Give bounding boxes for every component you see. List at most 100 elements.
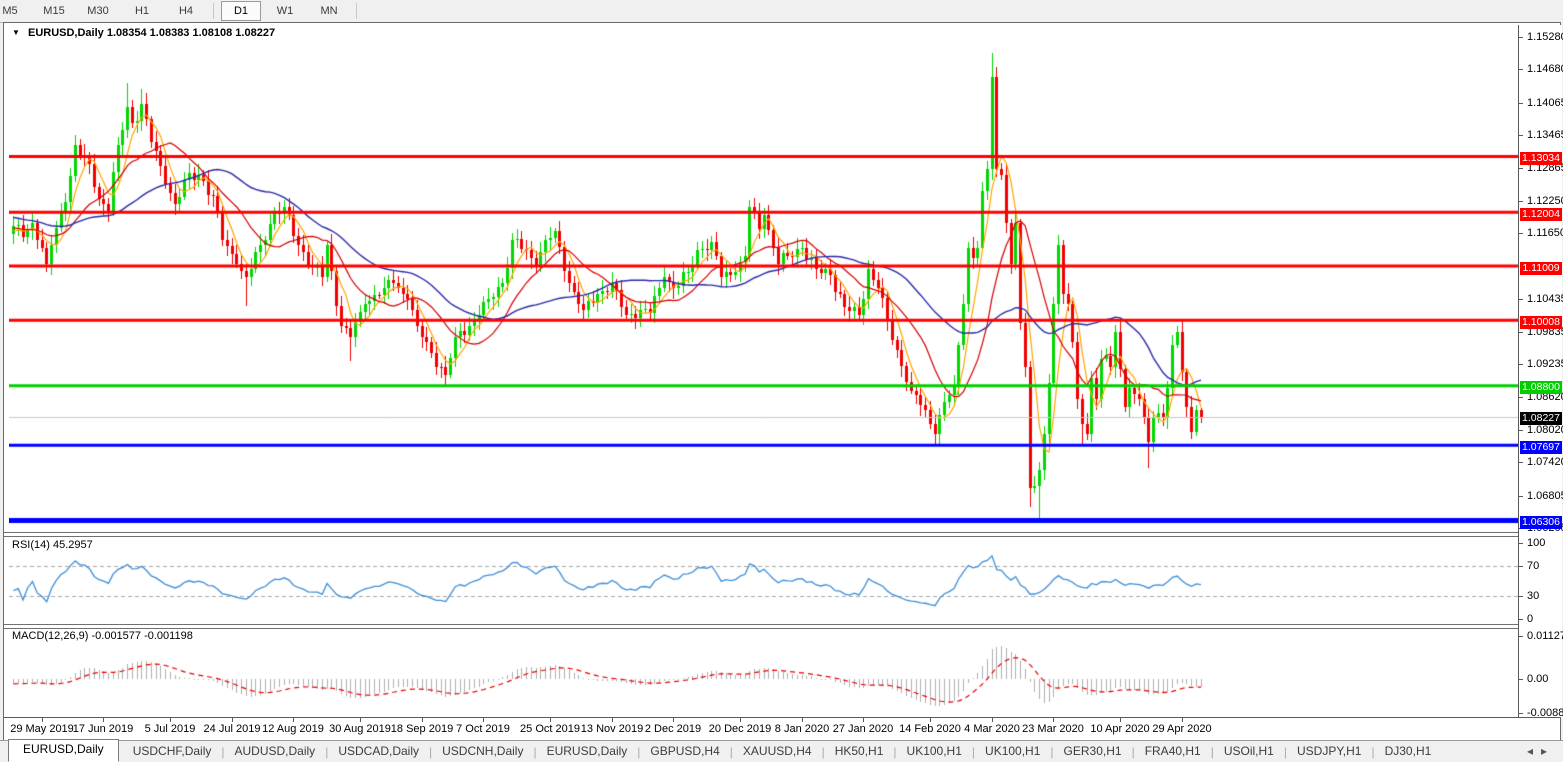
date-label: 20 Dec 2019 (708, 723, 772, 735)
bottom-tab-xauusd-h4-7[interactable]: XAUUSD,H4 (733, 742, 822, 762)
rsi-indicator-value: 45.2957 (52, 539, 93, 551)
chart-dropdown-icon[interactable]: ▼ (12, 28, 20, 37)
timeframe-button-m5[interactable]: M5 (0, 1, 30, 21)
price-axis-tick (1519, 69, 1523, 70)
timeframe-button-d1[interactable]: D1 (221, 1, 261, 21)
date-axis-tick (740, 718, 741, 722)
price-axis-label: 1.13465 (1527, 129, 1563, 141)
date-axis-tick (293, 718, 294, 722)
date-axis-tick (1182, 718, 1183, 722)
macd-indicator-name: MACD(12,26,9) (12, 630, 89, 642)
macd-canvas[interactable] (9, 629, 1518, 717)
timeframe-button-h4[interactable]: H4 (166, 1, 206, 21)
rsi-axis-tick (1519, 566, 1523, 567)
bottom-tab-usdcad-daily-3[interactable]: USDCAD,Daily (328, 742, 429, 762)
bottom-tab-usdcnh-daily-4[interactable]: USDCNH,Daily (432, 742, 533, 762)
price-axis[interactable]: 1.15280 1.14680 1.14065 1.13465 1.12865 1.122… (1518, 25, 1563, 719)
timeframe-button-w1[interactable]: W1 (265, 1, 305, 21)
rsi-axis-tick (1519, 543, 1523, 544)
chart-window: ▼ EURUSD,Daily 1.08354 1.08383 1.08108 1… (3, 22, 1563, 742)
price-axis-label: 1.06805 (1527, 490, 1563, 502)
pane-splitter[interactable] (4, 532, 1560, 537)
price-line-label: 1.08800 (1520, 381, 1562, 394)
date-axis-tick (360, 718, 361, 722)
date-label: 5 Jul 2019 (144, 723, 196, 735)
bottom-tab-usdjpy-h1-14[interactable]: USDJPY,H1 (1287, 742, 1371, 762)
scroll-left-icon[interactable]: ◂ (1527, 744, 1541, 758)
bottom-tab-hk50-h1-8[interactable]: HK50,H1 (825, 742, 894, 762)
timeframe-button-mn[interactable]: MN (309, 1, 349, 21)
bottom-tab-eurusd-daily-5[interactable]: EURUSD,Daily (537, 742, 638, 762)
date-axis-tick (232, 718, 233, 722)
toolbar-separator (213, 3, 214, 19)
rsi-canvas[interactable] (9, 538, 1518, 624)
price-axis-label: 1.09235 (1527, 358, 1563, 370)
tab-scroll-arrows[interactable]: ◂▸ (1527, 744, 1555, 758)
bottom-tab-ger30-h1-11[interactable]: GER30,H1 (1054, 742, 1132, 762)
price-line-label: 1.07697 (1520, 441, 1562, 454)
date-axis[interactable]: 29 May 2019 17 Jun 2019 5 Jul 2019 24 Jul 2… (4, 717, 1560, 742)
bottom-tab-uk100-h1-9[interactable]: UK100,H1 (897, 742, 972, 762)
date-label: 23 Mar 2020 (1022, 723, 1084, 735)
date-label: 10 Apr 2020 (1090, 723, 1150, 735)
price-axis-tick (1519, 37, 1523, 38)
date-axis-tick (170, 718, 171, 722)
price-axis-tick (1519, 496, 1523, 497)
bottom-tab-audusd-daily-2[interactable]: AUDUSD,Daily (225, 742, 326, 762)
price-axis-tick (1519, 233, 1523, 234)
price-axis-tick (1519, 168, 1523, 169)
date-label: 27 Jan 2020 (832, 723, 894, 735)
rsi-axis-label: 100 (1527, 537, 1546, 549)
rsi-axis-tick (1519, 619, 1523, 620)
price-axis-tick (1519, 332, 1523, 333)
rsi-axis-label: 30 (1527, 590, 1540, 602)
price-axis-tick (1519, 397, 1523, 398)
price-axis-tick (1519, 103, 1523, 104)
date-label: 14 Feb 2020 (899, 723, 961, 735)
price-axis-label: 1.14065 (1527, 97, 1563, 109)
macd-label: MACD(12,26,9) -0.001577 -0.001198 (12, 630, 193, 642)
date-axis-tick (422, 718, 423, 722)
rsi-axis-label: 0 (1527, 613, 1534, 625)
bottom-tab-fra40-h1-12[interactable]: FRA40,H1 (1135, 742, 1211, 762)
main-chart-canvas[interactable] (9, 25, 1518, 532)
bottom-tab-uk100-h1-10[interactable]: UK100,H1 (975, 742, 1050, 762)
timeframe-button-m30[interactable]: M30 (78, 1, 118, 21)
date-axis-tick (863, 718, 864, 722)
macd-axis-tick (1519, 679, 1523, 680)
price-line-label: 1.12004 (1520, 208, 1562, 221)
price-axis-label: 1.07420 (1527, 456, 1563, 468)
date-label: 2 Dec 2019 (644, 723, 702, 735)
price-line-label: 1.06306 (1520, 516, 1562, 529)
timeframe-button-m15[interactable]: M15 (34, 1, 74, 21)
date-axis-tick (1120, 718, 1121, 722)
timeframe-button-h1[interactable]: H1 (122, 1, 162, 21)
bottom-tab-usoil-h1-13[interactable]: USOil,H1 (1214, 742, 1284, 762)
bottom-tab-gbpusd-h4-6[interactable]: GBPUSD,H4 (640, 742, 729, 762)
date-axis-tick (673, 718, 674, 722)
price-axis-label: 1.12250 (1527, 195, 1563, 207)
price-line-label: 1.10008 (1520, 316, 1562, 329)
bottom-tab-dj30-h1-15[interactable]: DJ30,H1 (1375, 742, 1442, 762)
current-price-label: 1.08227 (1520, 412, 1562, 425)
date-axis-tick (550, 718, 551, 722)
date-axis-tick (483, 718, 484, 722)
scroll-right-icon[interactable]: ▸ (1541, 744, 1555, 758)
date-axis-tick (42, 718, 43, 722)
date-label: 8 Jan 2020 (774, 723, 830, 735)
mt4-window: M5 M15 M30 H1 H4 D1 W1 MN ▼ EURUSD,Daily 1.0835… (0, 0, 1563, 762)
bottom-tab-eurusd-daily-0[interactable]: EURUSD,Daily (8, 739, 119, 762)
price-axis-label: 1.08020 (1527, 424, 1563, 436)
macd-indicator-values: -0.001577 -0.001198 (91, 630, 193, 642)
date-label: 24 Jul 2019 (203, 723, 261, 735)
price-axis-label: 1.10435 (1527, 293, 1563, 305)
chart-symbol-label: EURUSD,Daily (27, 27, 104, 39)
macd-axis-tick (1519, 636, 1523, 637)
date-label: 25 Oct 2019 (520, 723, 580, 735)
date-axis-tick (1053, 718, 1054, 722)
bottom-tab-usdchf-daily-1[interactable]: USDCHF,Daily (123, 742, 222, 762)
price-axis-label: 1.11650 (1527, 227, 1563, 239)
chart-title: ▼ EURUSD,Daily 1.08354 1.08383 1.08108 1… (12, 27, 275, 39)
price-axis-tick (1519, 430, 1523, 431)
date-label: 30 Aug 2019 (329, 723, 391, 735)
